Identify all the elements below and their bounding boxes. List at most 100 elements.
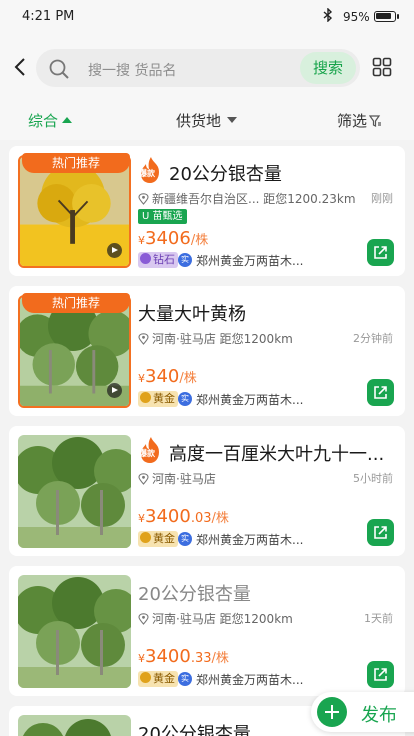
share-button[interactable] (367, 379, 394, 406)
search-bar[interactable]: 搜一搜 货品名 搜索 (36, 49, 360, 87)
location-pin-icon (138, 613, 149, 625)
hot-recommend-tag: 热门推荐 (22, 153, 130, 173)
origin-dropdown[interactable]: 供货地 (176, 110, 238, 131)
sort-up-icon (62, 117, 73, 123)
listing-card[interactable]: 20公分银杏量 河南·驻马店 距您1200km 1天前 ¥3400.33/株 黄… (9, 566, 405, 696)
location-text: 河南·驻马店 (152, 332, 216, 346)
verified-icon: 实 (178, 672, 192, 686)
flame-hot-icon: 爆款 (137, 156, 165, 184)
location-text: 河南·驻马店 (152, 472, 216, 486)
flame-hot-icon: 爆款 (137, 436, 165, 464)
product-title[interactable]: 20公分银杏量 (138, 720, 251, 736)
location-info: 河南·驻马店 (138, 470, 216, 487)
gold-icon (140, 672, 151, 683)
publish-label: 发布 (361, 705, 397, 726)
play-icon[interactable] (107, 243, 122, 258)
back-arrow-icon[interactable] (12, 57, 30, 77)
product-title[interactable]: 高度一百厘米大叶九十一... (169, 440, 384, 466)
posted-time: 刚刚 (371, 192, 393, 205)
distance-text: 距您1200km (219, 332, 293, 346)
product-title[interactable]: 20公分银杏量 (138, 580, 251, 606)
filter-funnel-icon (368, 115, 382, 127)
plus-icon (317, 697, 347, 727)
location-info: 新疆维吾尔自治区... 距您1200.23km (138, 190, 356, 207)
share-icon (374, 668, 387, 681)
listing-card[interactable]: 热门推荐 大量大叶黄杨 河南·驻马店 距您1200km 2分钟前 ¥340/株 … (9, 286, 405, 416)
gold-icon (140, 532, 151, 543)
product-thumbnail[interactable] (18, 435, 131, 548)
listing-card[interactable]: 热门推荐 爆款 20公分银杏量 新疆维吾尔自治区... 距您1200.23km … (9, 146, 405, 276)
bluetooth-icon (323, 7, 333, 26)
u-selection-badge: U 苗甄选 (138, 209, 187, 224)
share-icon (374, 526, 387, 539)
status-bar: 4:21 PM 95% (0, 0, 414, 34)
price-unit: /株 (179, 371, 197, 386)
share-button[interactable] (367, 661, 394, 688)
search-header: 搜一搜 货品名 搜索 (0, 34, 414, 100)
grid-view-icon[interactable] (372, 57, 392, 77)
posted-time: 2分钟前 (353, 332, 393, 345)
play-icon[interactable] (107, 383, 122, 398)
share-button[interactable] (367, 239, 394, 266)
product-title[interactable]: 大量大叶黄杨 (138, 300, 246, 326)
distance-text: 距您1200.23km (263, 192, 356, 206)
gold-icon (140, 392, 151, 403)
price-unit: /株 (211, 651, 229, 666)
price: ¥340/株 (138, 366, 197, 387)
distance-text: 距您1200km (219, 612, 293, 626)
origin-label: 供货地 (176, 112, 222, 130)
posted-time: 5小时前 (353, 472, 393, 485)
location-pin-icon (138, 333, 149, 345)
price-value: 3400 (145, 506, 191, 527)
publish-button[interactable]: 发布 (311, 692, 414, 732)
product-title[interactable]: 20公分银杏量 (169, 160, 282, 186)
listing-card[interactable]: 爆款 高度一百厘米大叶九十一... 河南·驻马店 5小时前 ¥3400.03/株… (9, 426, 405, 556)
location-info: 河南·驻马店 距您1200km (138, 330, 293, 347)
battery-percent: 95% (343, 10, 370, 24)
product-thumbnail[interactable] (18, 575, 131, 688)
gold-grade-badge: 黄金 (138, 671, 178, 687)
gold-grade-badge: 黄金 (138, 391, 178, 407)
status-time: 4:21 PM (22, 9, 75, 24)
seller-name[interactable]: 郑州黄金万两苗木... (196, 531, 303, 548)
trees-photo (18, 575, 131, 688)
sort-comprehensive-tab[interactable]: 综合 (28, 110, 73, 131)
location-pin-icon (138, 473, 149, 485)
price: ¥3400.03/株 (138, 506, 229, 527)
seller-name[interactable]: 郑州黄金万两苗木... (196, 671, 303, 688)
search-button[interactable]: 搜索 (300, 52, 356, 84)
gold-grade-badge: 黄金 (138, 531, 178, 547)
share-icon (374, 246, 387, 259)
verified-icon: 实 (178, 392, 192, 406)
verified-icon: 实 (178, 253, 192, 267)
hot-recommend-tag: 热门推荐 (22, 293, 130, 313)
price-unit: /株 (190, 233, 209, 248)
price: ¥3406/株 (138, 228, 209, 249)
search-input[interactable]: 搜一搜 货品名 (88, 60, 176, 80)
filter-button[interactable]: 筛选 (337, 110, 382, 131)
filter-bar: 综合 供货地 筛选 (0, 100, 414, 140)
product-thumbnail[interactable] (18, 715, 131, 736)
location-text: 河南·驻马店 (152, 612, 216, 626)
seller-name[interactable]: 郑州黄金万两苗木... (196, 252, 303, 269)
location-info: 河南·驻马店 距您1200km (138, 610, 293, 627)
posted-time: 1天前 (364, 612, 393, 625)
seller-name[interactable]: 郑州黄金万两苗木... (196, 391, 303, 408)
filter-label: 筛选 (337, 112, 368, 130)
price-value: 3400 (145, 646, 191, 667)
diamond-icon (140, 253, 151, 264)
trees-photo (18, 715, 131, 736)
sort-label: 综合 (28, 112, 59, 130)
share-button[interactable] (367, 519, 394, 546)
verified-icon: 实 (178, 532, 192, 546)
search-icon (49, 59, 69, 79)
trees-photo (18, 435, 131, 548)
diamond-grade-badge: 钻石 (138, 252, 178, 268)
chevron-down-icon (227, 117, 238, 123)
location-pin-icon (138, 193, 149, 205)
share-icon (374, 386, 387, 399)
price-value: 340 (145, 366, 180, 387)
location-text: 新疆维吾尔自治区... (152, 192, 260, 206)
price: ¥3400.33/株 (138, 646, 229, 667)
battery-icon (374, 11, 399, 22)
